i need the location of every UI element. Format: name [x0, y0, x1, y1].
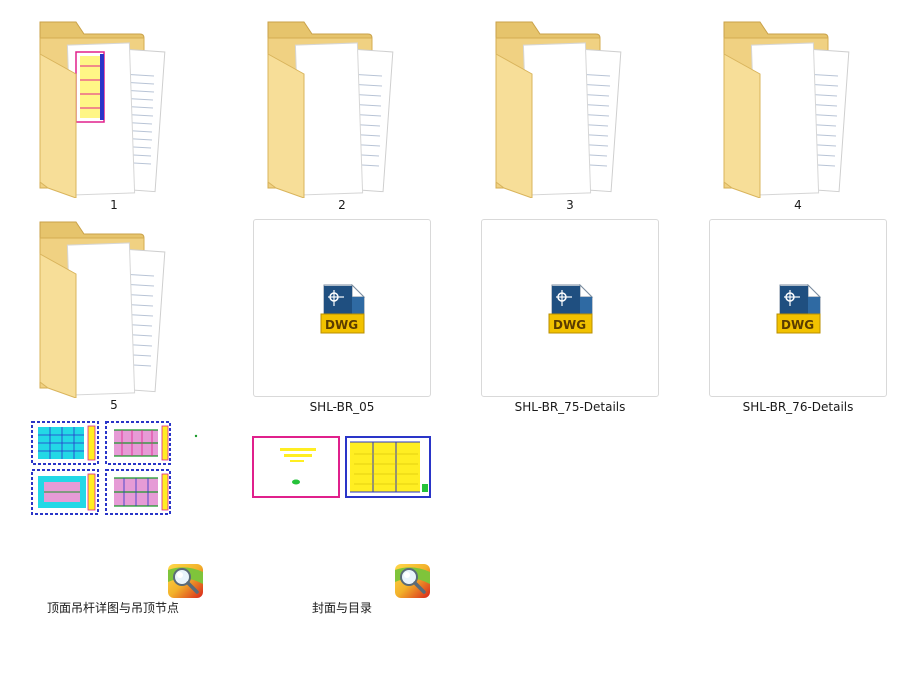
folder-label: 3: [566, 198, 574, 212]
file-label: SHL-BR_76-Details: [742, 400, 854, 414]
dwg-badge-text: DWG: [781, 318, 814, 332]
folder-icon: [39, 21, 166, 198]
folder-preview-drawing: [75, 51, 105, 123]
file-label: 封面与目录: [312, 601, 373, 615]
dwg-file-icon: DWG: [776, 284, 822, 334]
acdsee-viewer-icon: [395, 564, 430, 598]
cad-drawing-thumbnail: [252, 436, 431, 498]
dwg-badge-text: DWG: [325, 318, 358, 332]
dwg-file-item[interactable]: DWG SHL-BR_05: [253, 219, 431, 419]
file-tile: DWG: [481, 219, 659, 397]
file-tile: DWG: [253, 219, 431, 397]
folder-icon: [39, 221, 166, 398]
file-label: SHL-BR_75-Details: [514, 400, 626, 414]
folder-icon: [267, 21, 394, 198]
folder-icon: [495, 21, 622, 198]
folder-item-4[interactable]: 4: [698, 14, 898, 214]
file-tile: DWG: [709, 219, 887, 397]
cad-drawing-thumbnail: [31, 421, 198, 515]
folder-icon: [723, 21, 850, 198]
folder-label: 4: [794, 198, 802, 212]
folder-item-1[interactable]: 1: [14, 14, 214, 214]
image-file-item[interactable]: 封面与目录: [250, 434, 440, 624]
acdsee-viewer-icon: [168, 564, 203, 598]
folder-label: 5: [110, 398, 118, 412]
folder-item-2[interactable]: 2: [242, 14, 442, 214]
folder-item-5[interactable]: 5: [14, 214, 214, 414]
folder-label: 2: [338, 198, 346, 212]
dwg-file-item[interactable]: DWG SHL-BR_75-Details: [481, 219, 659, 419]
dwg-file-icon: DWG: [548, 284, 594, 334]
folder-label: 1: [110, 198, 118, 212]
folder-item-3[interactable]: 3: [470, 14, 670, 214]
dwg-badge-text: DWG: [553, 318, 586, 332]
image-file-item[interactable]: 顶面吊杆详图与吊顶节点: [28, 418, 213, 618]
file-label: 顶面吊杆详图与吊顶节点: [47, 601, 180, 615]
file-label: SHL-BR_05: [309, 400, 375, 414]
dwg-file-item[interactable]: DWG SHL-BR_76-Details: [709, 219, 887, 419]
dwg-file-icon: DWG: [320, 284, 366, 334]
